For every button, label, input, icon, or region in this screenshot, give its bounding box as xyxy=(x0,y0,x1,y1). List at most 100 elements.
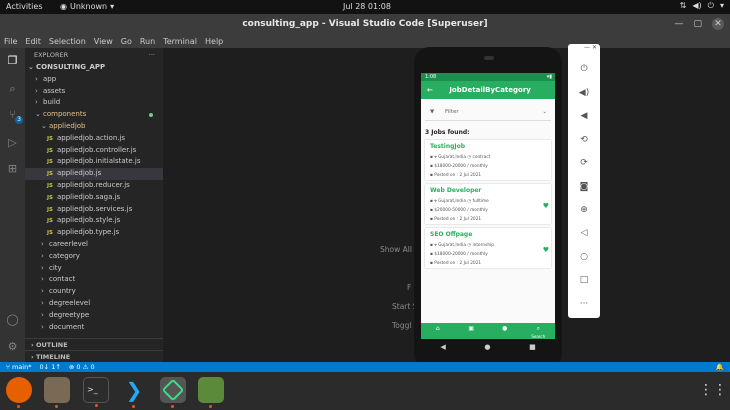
overview-icon[interactable]: □ xyxy=(577,273,591,287)
tree-file[interactable]: JS appliedjob.controller.js xyxy=(25,145,163,157)
account-icon[interactable]: ◯ xyxy=(6,313,19,326)
rotate-left-icon[interactable]: ⟲ xyxy=(577,133,591,147)
tree-folder[interactable]: ⌄ components xyxy=(25,109,163,121)
nav-home[interactable]: ⌂ xyxy=(421,323,455,339)
tree-folder[interactable]: › city xyxy=(25,263,163,275)
home-icon[interactable]: ○ xyxy=(577,250,591,264)
nav-search[interactable]: ⌕ Search xyxy=(522,323,556,339)
more-icon[interactable]: ··· xyxy=(577,297,591,311)
gear-icon[interactable]: ⚙ xyxy=(6,340,19,353)
tree-item-label: careerlevel xyxy=(49,239,88,248)
tree-file[interactable]: JS appliedjob.initialstate.js xyxy=(25,156,163,168)
menu-help[interactable]: Help xyxy=(205,37,223,46)
minimize-button[interactable]: — xyxy=(674,14,683,34)
chevron-right-icon: › xyxy=(35,98,38,107)
nav-profile[interactable]: ● xyxy=(488,323,522,339)
terminal-icon[interactable]: >_ xyxy=(83,377,109,407)
firefox-icon[interactable] xyxy=(6,377,32,408)
system-tray[interactable]: ⇅ ◀) ⏻ ▾ xyxy=(680,1,724,11)
menu-selection[interactable]: Selection xyxy=(49,37,86,46)
tree-file[interactable]: JS appliedjob.action.js xyxy=(25,133,163,145)
power-icon[interactable]: ⏻ xyxy=(577,62,591,76)
tree-folder[interactable]: › document xyxy=(25,322,163,334)
tree-folder[interactable]: › contact xyxy=(25,274,163,286)
job-card[interactable]: SEO Offpage ▪ ⌖ Gujarat,India ◷ internshi… xyxy=(425,228,551,268)
recents-icon[interactable]: ■ xyxy=(529,339,536,355)
activities-button[interactable]: Activities xyxy=(6,2,43,11)
back-arrow-icon[interactable]: ← xyxy=(427,86,433,94)
explorer-icon[interactable]: ❐ xyxy=(6,54,19,67)
rotate-right-icon[interactable]: ⟳ xyxy=(577,156,591,170)
problems-status[interactable]: ⊗ 0 ⚠ 0 xyxy=(69,363,95,371)
run-debug-icon[interactable]: ▷ xyxy=(6,136,19,149)
notifications-icon[interactable]: 🔔 xyxy=(716,362,724,372)
job-posted: Posted on : 2 Jul 2021 xyxy=(434,261,482,266)
camera-icon[interactable]: ◙ xyxy=(577,180,591,194)
tree-file[interactable]: JS appliedjob.saga.js xyxy=(25,192,163,204)
tree-folder[interactable]: ⌄ appliedjob xyxy=(25,121,163,133)
explorer-title: EXPLORER xyxy=(34,51,69,59)
app-grid-icon[interactable]: ⋮⋮ xyxy=(699,377,727,403)
menu-terminal[interactable]: Terminal xyxy=(163,37,197,46)
maximize-button[interactable]: ▢ xyxy=(693,14,702,34)
menu-edit[interactable]: Edit xyxy=(25,37,41,46)
job-type: internship xyxy=(472,243,494,248)
speaker xyxy=(484,56,494,60)
tree-folder[interactable]: › assets xyxy=(25,86,163,98)
tree-item-label: appliedjob.js xyxy=(57,169,102,178)
home-circle-icon[interactable]: ● xyxy=(484,339,490,355)
tree-file[interactable]: JS appliedjob.type.js xyxy=(25,227,163,239)
project-root[interactable]: ⌄ CONSULTING_APP xyxy=(25,62,163,74)
outline-section[interactable]: › OUTLINE xyxy=(25,338,163,350)
volume-up-icon[interactable]: ◀) xyxy=(577,86,591,100)
tree-folder[interactable]: › degreelevel xyxy=(25,298,163,310)
job-posted-row: ▪ Posted on : 2 Jul 2021 xyxy=(430,215,546,224)
more-actions-icon[interactable]: ··· xyxy=(149,48,155,62)
tree-folder[interactable]: › country xyxy=(25,286,163,298)
nav-jobs[interactable]: ▣ xyxy=(455,323,489,339)
tree-folder[interactable]: › build xyxy=(25,97,163,109)
tree-file[interactable]: JS appliedjob.style.js xyxy=(25,215,163,227)
search-icon[interactable]: ⌕ xyxy=(6,82,19,95)
minimize-icon[interactable]: — xyxy=(584,44,590,51)
tree-folder[interactable]: › careerlevel xyxy=(25,239,163,251)
tree-file[interactable]: JS appliedjob.reducer.js xyxy=(25,180,163,192)
job-card[interactable]: TestingJob ▪ ⌖ Gujarat,India ◷ contract ▪ … xyxy=(425,140,551,180)
tree-file[interactable]: JS appliedjob.js xyxy=(25,168,163,180)
android-studio-icon[interactable] xyxy=(160,377,186,408)
job-location: Gujarat,India xyxy=(438,155,466,160)
close-icon[interactable]: ✕ xyxy=(592,44,597,51)
job-card[interactable]: Web Developer ▪ ⌖ Gujarat,India ◷ fulltim… xyxy=(425,184,551,224)
outline-label: OUTLINE xyxy=(35,341,68,349)
zoom-icon[interactable]: ⊕ xyxy=(577,203,591,217)
back-icon[interactable]: ◁ xyxy=(577,226,591,240)
tree-folder[interactable]: › category xyxy=(25,251,163,263)
tree-item-label: appliedjob.services.js xyxy=(57,204,133,213)
window-controls: — ▢ ✕ xyxy=(674,14,724,34)
sync-status[interactable]: 0↓ 1↑ xyxy=(40,363,61,371)
files-icon[interactable] xyxy=(44,377,70,408)
tree-folder[interactable]: › app xyxy=(25,74,163,86)
branch-label[interactable]: main* xyxy=(12,363,32,371)
volume-down-icon[interactable]: ◀ xyxy=(577,109,591,123)
tree-folder[interactable]: › degreetype xyxy=(25,310,163,322)
extensions-icon[interactable]: ⊞ xyxy=(6,162,19,175)
app-menu[interactable]: ◉ Unknown ▾ xyxy=(60,2,114,11)
menu-run[interactable]: Run xyxy=(140,37,155,46)
timeline-section[interactable]: › TIMELINE xyxy=(25,350,163,362)
clock[interactable]: Jul 28 01:08 xyxy=(343,2,391,11)
back-icon[interactable]: ◀ xyxy=(440,339,445,355)
close-button[interactable]: ✕ xyxy=(712,18,724,30)
image-viewer-icon[interactable] xyxy=(198,377,224,408)
chevron-right-icon: › xyxy=(41,322,44,331)
menu-view[interactable]: View xyxy=(94,37,113,46)
menu-file[interactable]: File xyxy=(4,37,17,46)
heart-icon[interactable]: ♥ xyxy=(543,246,549,254)
heart-icon[interactable]: ♥ xyxy=(543,202,549,210)
tree-file[interactable]: JS appliedjob.services.js xyxy=(25,204,163,216)
job-posted-row: ▪ Posted on : 2 Jul 2021 xyxy=(430,259,546,268)
filter-dropdown[interactable]: ▼ Filter ⌄ xyxy=(425,103,551,121)
vscode-icon[interactable]: ❯ xyxy=(121,377,147,408)
menu-go[interactable]: Go xyxy=(121,37,132,46)
job-title: SEO Offpage xyxy=(430,231,473,238)
